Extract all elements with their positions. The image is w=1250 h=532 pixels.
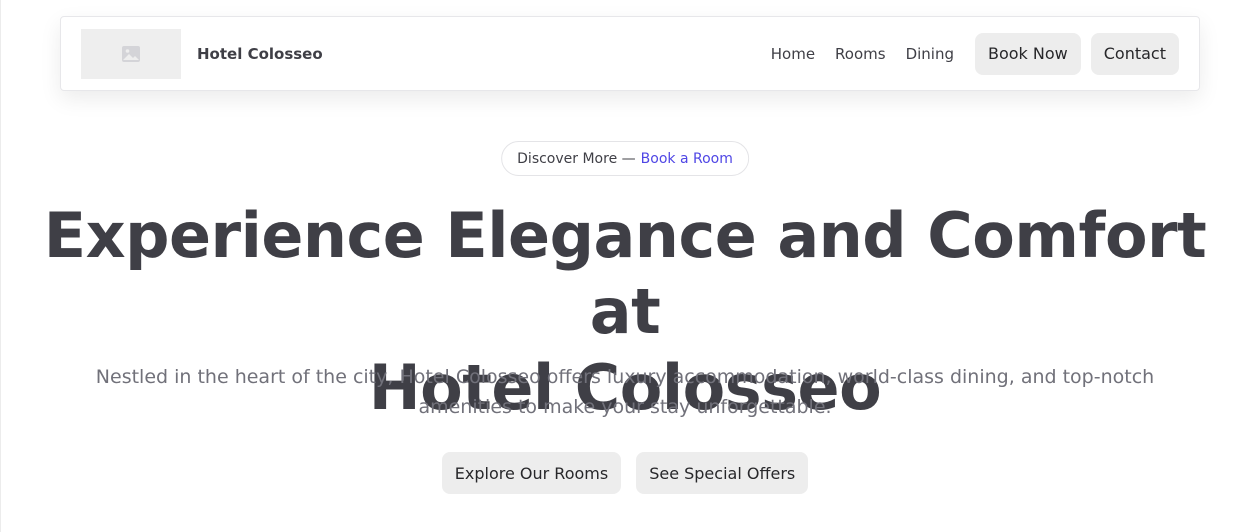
explore-rooms-button[interactable]: Explore Our Rooms xyxy=(441,452,622,494)
hero-cta-group: Explore Our Rooms See Special Offers xyxy=(0,452,1250,494)
nav-link-home[interactable]: Home xyxy=(771,45,815,63)
special-offers-button[interactable]: See Special Offers xyxy=(636,452,809,494)
discover-badge-text: Discover More — xyxy=(517,150,636,167)
discover-badge: Discover More — Book a Room xyxy=(501,141,749,176)
book-room-link[interactable]: Book a Room xyxy=(641,151,733,167)
logo-placeholder[interactable] xyxy=(81,28,181,79)
image-placeholder-icon xyxy=(122,45,140,62)
brand-name[interactable]: Hotel Colosseo xyxy=(197,45,323,63)
navbar: Hotel Colosseo Home Rooms Dining Book No… xyxy=(60,16,1200,91)
nav-link-rooms[interactable]: Rooms xyxy=(835,45,886,63)
nav-link-dining[interactable]: Dining xyxy=(906,45,954,63)
hero-description: Nestled in the heart of the city, Hotel … xyxy=(95,366,1155,418)
main-nav: Home Rooms Dining Book Now Contact xyxy=(771,32,1179,75)
book-now-button[interactable]: Book Now xyxy=(975,32,1081,75)
hero-title-line-1: Experience Elegance and Comfort at xyxy=(43,199,1207,348)
contact-button[interactable]: Contact xyxy=(1090,32,1179,75)
